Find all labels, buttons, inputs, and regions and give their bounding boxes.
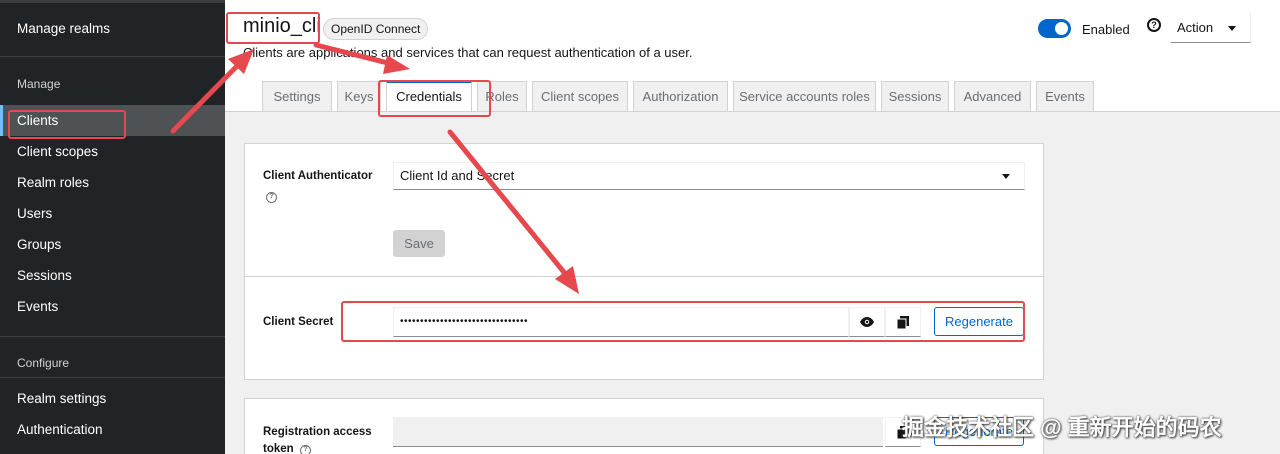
caret-down-icon xyxy=(1002,174,1010,179)
eye-icon xyxy=(860,317,874,327)
tab-advanced[interactable]: Advanced xyxy=(954,81,1031,112)
tab-service-accounts-roles[interactable]: Service accounts roles xyxy=(733,81,876,112)
copy-icon xyxy=(897,315,909,329)
tab-sessions[interactable]: Sessions xyxy=(881,81,949,112)
sidebar-item-authentication[interactable]: Authentication xyxy=(17,422,103,437)
sidebar-item-clients[interactable]: Clients xyxy=(17,113,58,128)
sidebar-divider xyxy=(0,377,225,378)
client-authenticator-label: Client Authenticator xyxy=(263,170,373,182)
tab-settings[interactable]: Settings xyxy=(262,81,332,112)
client-authenticator-value: Client Id and Secret xyxy=(400,168,515,183)
watermark: 掘金技术社区 @ 重新开始的码农 xyxy=(902,415,1222,440)
sidebar-section-manage: Manage xyxy=(17,77,61,91)
enabled-label: Enabled xyxy=(1082,22,1130,37)
help-icon[interactable]: ? xyxy=(1147,18,1161,32)
tab-client-scopes[interactable]: Client scopes xyxy=(532,81,628,112)
action-label: Action xyxy=(1177,20,1214,35)
tab-events[interactable]: Events xyxy=(1036,81,1094,112)
enabled-toggle[interactable] xyxy=(1038,19,1071,38)
sidebar-item-client-scopes[interactable]: Client scopes xyxy=(17,144,98,159)
credentials-card: Client Authenticator ? Client Id and Sec… xyxy=(244,143,1044,380)
help-icon[interactable]: ? xyxy=(266,192,277,203)
registration-token-input[interactable] xyxy=(393,417,883,447)
sidebar-item-groups[interactable]: Groups xyxy=(17,237,61,252)
sidebar-divider xyxy=(0,336,225,337)
sidebar-item-users[interactable]: Users xyxy=(17,206,52,221)
credentials-panel: Client Authenticator ? Client Id and Sec… xyxy=(225,112,1280,454)
sidebar-manage-realms[interactable]: Manage realms xyxy=(17,21,110,36)
page-subtitle: Clients are applications and services th… xyxy=(243,45,693,60)
sidebar-divider xyxy=(0,56,225,57)
sidebar-item-events[interactable]: Events xyxy=(17,299,58,314)
regenerate-secret-button[interactable]: Regenerate xyxy=(934,307,1024,336)
help-icon[interactable]: ? xyxy=(300,445,311,454)
sidebar: Manage realms Manage Clients Client scop… xyxy=(0,0,225,454)
registration-token-label-line2: token xyxy=(263,443,294,454)
sidebar-top-divider xyxy=(0,0,225,3)
toggle-knob xyxy=(1055,22,1068,35)
copy-secret-button[interactable] xyxy=(885,307,921,337)
show-secret-button[interactable] xyxy=(849,307,885,337)
tab-keys[interactable]: Keys xyxy=(337,81,381,112)
sidebar-item-realm-settings[interactable]: Realm settings xyxy=(17,391,106,406)
tab-credentials[interactable]: Credentials xyxy=(386,81,472,113)
protocol-badge: OpenID Connect xyxy=(323,18,429,40)
client-secret-label: Client Secret xyxy=(263,316,334,328)
page-title: minio_cli xyxy=(243,15,321,37)
tab-authorization[interactable]: Authorization xyxy=(633,81,728,112)
save-button[interactable]: Save xyxy=(393,230,445,257)
main-content: minio_cli OpenID Connect Clients are app… xyxy=(225,0,1280,454)
client-authenticator-select[interactable]: Client Id and Secret xyxy=(393,162,1025,190)
registration-token-label: Registration access xyxy=(263,426,372,438)
sidebar-item-realm-roles[interactable]: Realm roles xyxy=(17,175,89,190)
sidebar-section-configure: Configure xyxy=(17,356,70,370)
sidebar-item-sessions[interactable]: Sessions xyxy=(17,268,72,283)
action-dropdown[interactable]: Action xyxy=(1171,13,1251,43)
client-secret-input[interactable]: •••••••••••••••••••••••••••••••• xyxy=(393,307,849,337)
caret-down-icon xyxy=(1228,26,1236,31)
card-divider xyxy=(245,276,1043,277)
tab-roles[interactable]: Roles xyxy=(477,81,527,112)
